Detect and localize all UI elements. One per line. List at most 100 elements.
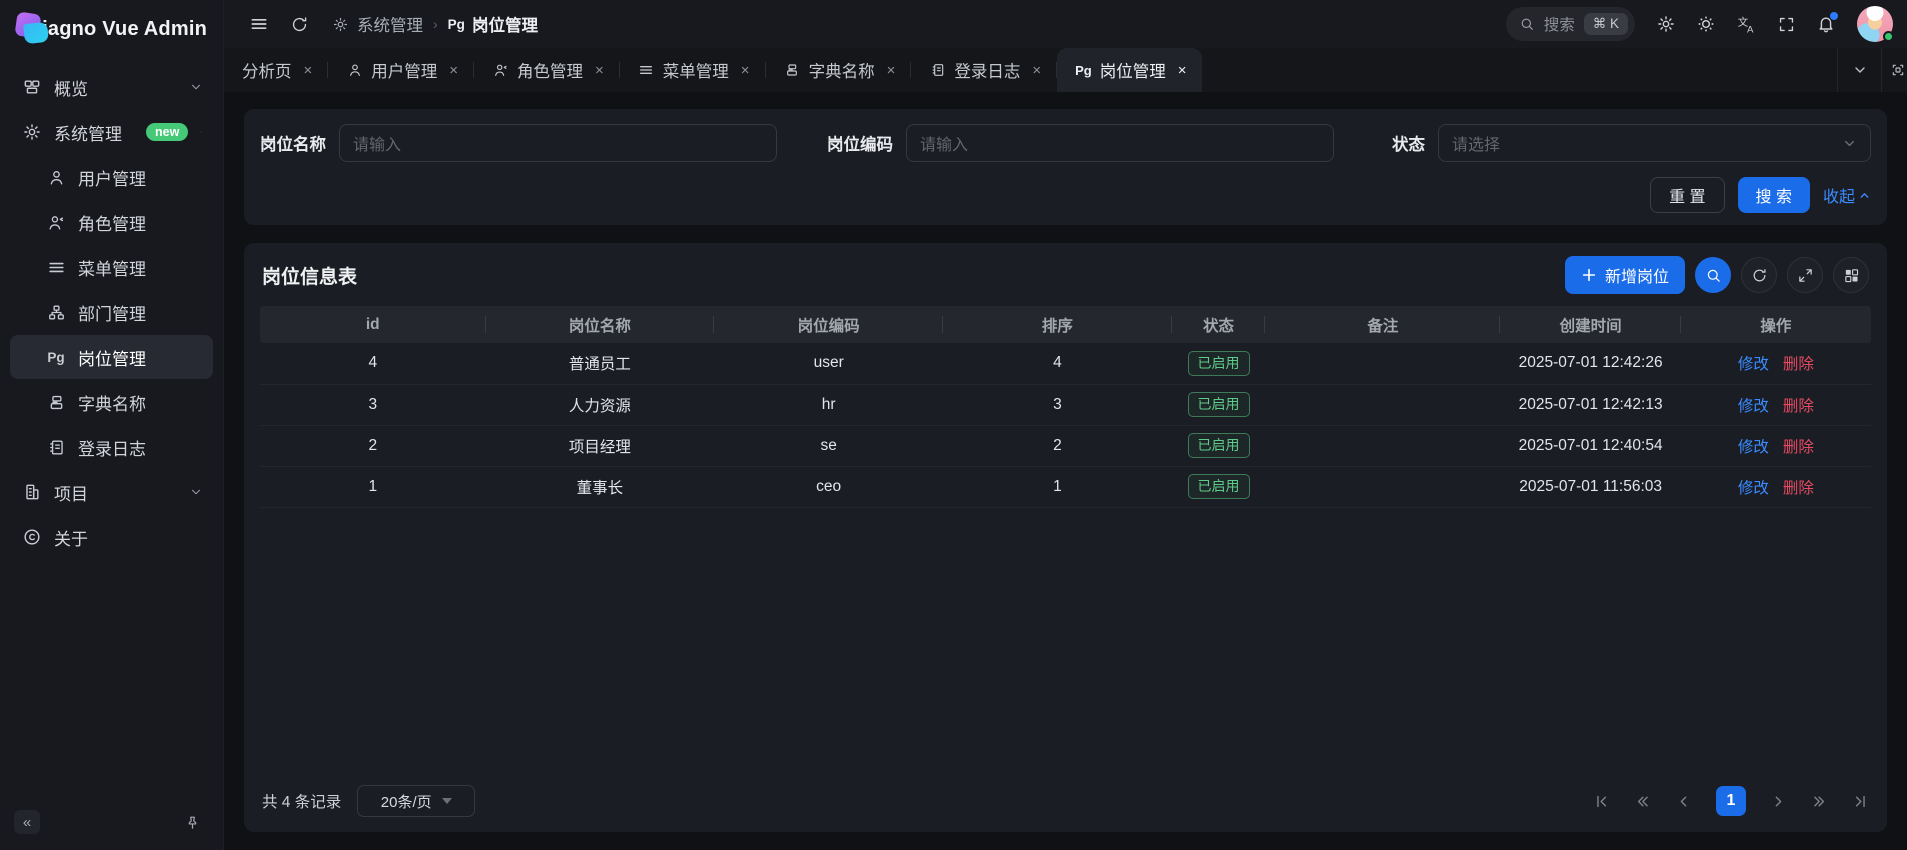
- table-fullscreen-button[interactable]: [1787, 257, 1823, 293]
- tab[interactable]: Pg 岗位管理 ×: [1057, 48, 1202, 92]
- add-position-button[interactable]: 新增岗位: [1565, 256, 1685, 294]
- hamburger-menu-button[interactable]: [242, 7, 276, 41]
- edit-link[interactable]: 修改: [1738, 439, 1769, 456]
- table-refresh-button[interactable]: [1741, 257, 1777, 293]
- search-button[interactable]: 搜 索: [1738, 177, 1810, 213]
- app-logo-icon: [16, 13, 17, 45]
- edit-link[interactable]: 修改: [1738, 356, 1769, 373]
- notification-dot: [1830, 12, 1838, 20]
- avatar[interactable]: [1857, 6, 1893, 42]
- collapse-sidebar-button[interactable]: «: [14, 810, 40, 834]
- sidebar-item-menus[interactable]: 菜单管理: [10, 245, 213, 289]
- table-search-button[interactable]: [1695, 257, 1731, 293]
- last-page-button[interactable]: [1852, 793, 1869, 810]
- table-row[interactable]: 3 人力资源 hr 3 已启用 2025-07-01 12:42:13 修改删除: [260, 384, 1871, 425]
- column-header-id[interactable]: id: [260, 306, 486, 343]
- gear-icon: [22, 122, 42, 142]
- notifications-icon[interactable]: [1809, 7, 1843, 41]
- table-row[interactable]: 1 董事长 ceo 1 已启用 2025-07-01 11:56:03 修改删除: [260, 466, 1871, 507]
- status-select[interactable]: 请选择: [1438, 124, 1871, 162]
- position-name-input[interactable]: 请输入: [339, 124, 777, 162]
- tabbar-tools: [1837, 48, 1907, 92]
- tab[interactable]: 菜单管理 ×: [620, 48, 766, 92]
- delete-link[interactable]: 删除: [1783, 356, 1814, 373]
- sidebar-item-overview[interactable]: 概览: [10, 65, 213, 109]
- delete-link[interactable]: 删除: [1783, 398, 1814, 415]
- next-page-button[interactable]: [1770, 793, 1787, 810]
- cell-created: 2025-07-01 12:40:54: [1500, 425, 1680, 466]
- cell-actions: 修改删除: [1681, 466, 1871, 507]
- close-icon[interactable]: ×: [447, 62, 460, 79]
- sidebar-item-system[interactable]: 系统管理 new: [10, 110, 213, 154]
- close-icon[interactable]: ×: [885, 62, 898, 79]
- cell-name: 普通员工: [486, 343, 715, 384]
- close-icon[interactable]: ×: [1176, 62, 1189, 79]
- app-logo[interactable]: Djagno Vue Admin: [0, 0, 223, 58]
- column-header-status[interactable]: 状态: [1172, 306, 1265, 343]
- sidebar-item-roles[interactable]: 角色管理: [10, 200, 213, 244]
- tab-menu-dropdown-button[interactable]: [1837, 48, 1881, 92]
- settings-icon[interactable]: [1649, 7, 1683, 41]
- sidebar-item-departments[interactable]: 部门管理: [10, 290, 213, 334]
- pin-icon[interactable]: [179, 809, 205, 835]
- column-header-actions[interactable]: 操作: [1681, 306, 1871, 343]
- delete-link[interactable]: 删除: [1783, 480, 1814, 497]
- close-icon[interactable]: ×: [1030, 62, 1043, 79]
- first-page-button[interactable]: [1593, 793, 1610, 810]
- tab[interactable]: 分析页 ×: [224, 48, 328, 92]
- tab[interactable]: 用户管理 ×: [328, 48, 474, 92]
- breadcrumb-item[interactable]: 系统管理: [357, 12, 423, 36]
- close-icon[interactable]: ×: [302, 62, 315, 79]
- collapse-filter-link[interactable]: 收起: [1823, 183, 1871, 207]
- tab[interactable]: 字典名称 ×: [766, 48, 912, 92]
- theme-icon[interactable]: [1689, 7, 1723, 41]
- sidebar-item-dictionary[interactable]: 字典名称: [10, 380, 213, 424]
- sidebar-nav: 概览 系统管理 new 用户管理 角色管理: [0, 58, 223, 802]
- global-search[interactable]: 搜索 ⌘ K: [1506, 7, 1635, 41]
- sidebar-item-projects[interactable]: 项目: [10, 470, 213, 514]
- close-icon[interactable]: ×: [593, 62, 606, 79]
- current-page-button[interactable]: 1: [1716, 786, 1746, 816]
- svg-text:A: A: [1746, 24, 1753, 35]
- column-header-code[interactable]: 岗位编码: [714, 306, 943, 343]
- page-size-select[interactable]: 20条/页: [357, 785, 475, 817]
- tab-maximize-button[interactable]: [1881, 48, 1907, 92]
- edit-link[interactable]: 修改: [1738, 480, 1769, 497]
- column-header-created[interactable]: 创建时间: [1500, 306, 1680, 343]
- pagination: 1: [1593, 786, 1869, 816]
- sidebar-item-users[interactable]: 用户管理: [10, 155, 213, 199]
- plus-icon: [1581, 267, 1597, 283]
- prev-group-button[interactable]: [1634, 793, 1651, 810]
- log-icon: [929, 62, 946, 79]
- search-shortcut: ⌘ K: [1584, 13, 1628, 35]
- column-header-sort[interactable]: 排序: [943, 306, 1172, 343]
- table-row[interactable]: 2 项目经理 se 2 已启用 2025-07-01 12:40:54 修改删除: [260, 425, 1871, 466]
- cell-id: 4: [260, 343, 486, 384]
- table-row[interactable]: 4 普通员工 user 4 已启用 2025-07-01 12:42:26 修改…: [260, 343, 1871, 384]
- tab[interactable]: 角色管理 ×: [474, 48, 620, 92]
- sidebar-item-about[interactable]: 关于: [10, 515, 213, 559]
- edit-link[interactable]: 修改: [1738, 398, 1769, 415]
- status-badge: 已启用: [1188, 351, 1250, 376]
- column-header-remark[interactable]: 备注: [1265, 306, 1500, 343]
- sidebar-item-login-logs[interactable]: 登录日志: [10, 425, 213, 469]
- cell-code: ceo: [714, 466, 943, 507]
- tab[interactable]: 登录日志 ×: [911, 48, 1057, 92]
- cell-status: 已启用: [1172, 343, 1265, 384]
- delete-link[interactable]: 删除: [1783, 439, 1814, 456]
- table-columns-button[interactable]: [1833, 257, 1869, 293]
- close-icon[interactable]: ×: [739, 62, 752, 79]
- refresh-button[interactable]: [282, 7, 316, 41]
- next-group-button[interactable]: [1811, 793, 1828, 810]
- cell-status: 已启用: [1172, 425, 1265, 466]
- cell-actions: 修改删除: [1681, 425, 1871, 466]
- reset-button[interactable]: 重 置: [1650, 177, 1724, 213]
- sidebar-item-positions[interactable]: Pg 岗位管理: [10, 335, 213, 379]
- fullscreen-icon[interactable]: [1769, 7, 1803, 41]
- prev-page-button[interactable]: [1675, 793, 1692, 810]
- column-header-name[interactable]: 岗位名称: [486, 306, 715, 343]
- translate-icon[interactable]: 文A: [1729, 7, 1763, 41]
- cell-created: 2025-07-01 12:42:26: [1500, 343, 1680, 384]
- sidebar-footer: «: [0, 802, 223, 850]
- position-code-input[interactable]: 请输入: [906, 124, 1334, 162]
